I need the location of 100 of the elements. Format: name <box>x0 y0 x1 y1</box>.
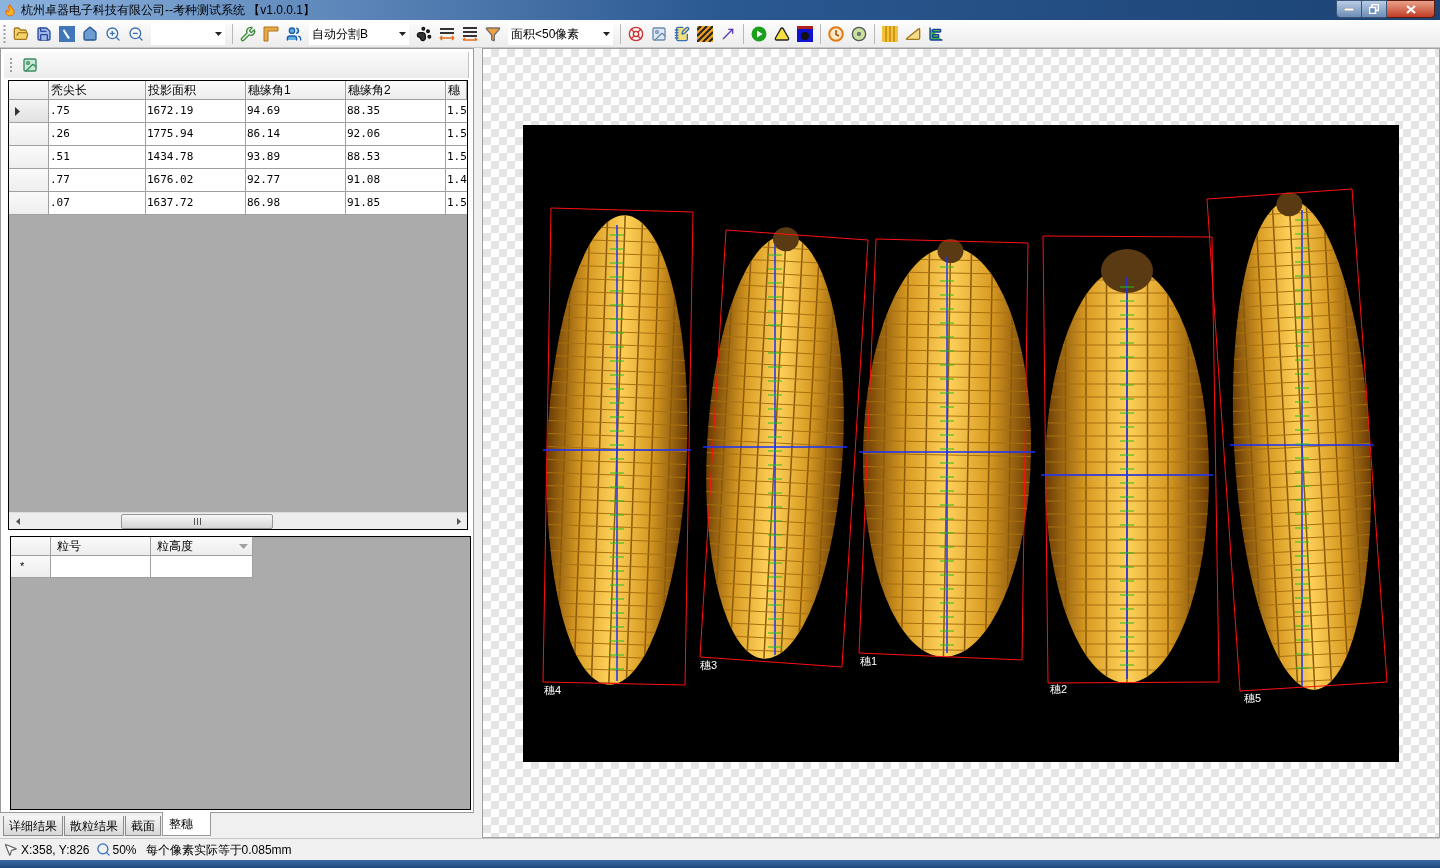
disc-icon[interactable] <box>851 25 867 42</box>
tab[interactable]: 详细结果 <box>3 816 63 836</box>
sort-caret-icon <box>239 543 248 549</box>
caret-icon <box>215 31 222 36</box>
play-icon[interactable] <box>751 25 767 42</box>
close-icon <box>1405 4 1416 14</box>
row-header[interactable] <box>9 169 49 192</box>
table-cell: .26 <box>49 123 146 146</box>
column-header[interactable]: 穗缘角2 <box>346 81 446 100</box>
horizontal-scrollbar[interactable] <box>9 512 467 529</box>
table-cell: 1434.78 <box>146 146 246 169</box>
table-cell: .77 <box>49 169 146 192</box>
table-cell: 1.5 <box>446 123 467 146</box>
close-button[interactable] <box>1387 0 1435 18</box>
save-icon[interactable] <box>36 25 52 42</box>
clock-icon[interactable] <box>828 25 844 42</box>
table-cell: .75 <box>49 100 146 123</box>
grip-lines-icon <box>193 517 201 525</box>
table-cell: 88.35 <box>346 100 446 123</box>
minimize-icon <box>1344 7 1354 11</box>
restore-icon <box>1369 4 1379 14</box>
table-cell: 92.77 <box>246 169 346 192</box>
table-cell: 1.4 <box>446 169 467 192</box>
flame-icon <box>3 3 17 17</box>
search-icon <box>95 842 111 857</box>
table-cell: 93.89 <box>246 146 346 169</box>
table-cell: 1.5 <box>446 146 467 169</box>
zoom-in-icon[interactable] <box>105 25 121 42</box>
zoom-out-icon[interactable] <box>128 25 144 42</box>
table-cell: .51 <box>49 146 146 169</box>
lifebuoy-icon[interactable] <box>628 25 644 42</box>
column-header[interactable]: 粒高度 <box>151 537 253 556</box>
striped-tile-icon[interactable] <box>882 25 898 42</box>
ruler-icon[interactable] <box>263 25 279 42</box>
wrench-icon[interactable] <box>240 25 256 42</box>
ear-label: 穗3 <box>700 658 718 671</box>
screen-icon[interactable] <box>797 25 813 42</box>
column-header[interactable]: 穗 <box>446 81 467 100</box>
column-header[interactable]: 投影面积 <box>146 81 246 100</box>
table-cell: 94.69 <box>246 100 346 123</box>
tab[interactable]: 散粒结果 <box>64 816 124 836</box>
right-arrow-icon <box>456 517 461 525</box>
lines-arrow-icon[interactable] <box>439 25 455 42</box>
tab[interactable]: 截面 <box>125 816 161 836</box>
column-header[interactable]: 粒号 <box>51 537 151 556</box>
table-cell[interactable] <box>51 556 151 578</box>
zoom-level: 50% <box>112 841 137 859</box>
table-cell: 1775.94 <box>146 123 246 146</box>
lines-arrow-icon[interactable] <box>462 25 478 42</box>
column-header[interactable]: 穗缘角1 <box>246 81 346 100</box>
scrollbar-thumb[interactable] <box>121 513 273 529</box>
ear-label: 穗5 <box>1244 691 1262 704</box>
table-cell: 1676.02 <box>146 169 246 192</box>
table-cell: 1637.72 <box>146 192 246 215</box>
row-header[interactable] <box>9 100 49 123</box>
hatched-square-icon[interactable] <box>697 25 713 42</box>
caret-icon <box>399 31 406 36</box>
minimize-button[interactable] <box>1336 0 1362 18</box>
table-cell[interactable] <box>151 556 253 578</box>
folder-icon[interactable] <box>13 25 29 42</box>
table-cell: 92.06 <box>346 123 446 146</box>
window-title: 杭州卓器电子科技有限公司--考种测试系统 【v1.0.0.1】 <box>21 4 316 16</box>
filter-icon[interactable] <box>485 25 501 42</box>
table-cell: 1672.19 <box>146 100 246 123</box>
row-header[interactable] <box>9 123 49 146</box>
triangle-icon[interactable] <box>774 25 790 42</box>
left-arrow-icon <box>15 517 20 525</box>
ear-label: 穗2 <box>1050 682 1068 695</box>
notebook-icon[interactable] <box>674 25 690 42</box>
segmentation-dropdown[interactable]: 自动分割B <box>309 22 409 45</box>
image-icon[interactable] <box>22 57 38 73</box>
cursor-coordinates: X:358, Y:826 <box>21 841 90 859</box>
bar-chart-icon[interactable] <box>928 25 944 42</box>
table-cell: 86.14 <box>246 123 346 146</box>
table-cell: 86.98 <box>246 192 346 215</box>
grip-icon[interactable] <box>3 24 6 43</box>
table-cell: 91.08 <box>346 169 446 192</box>
home-icon[interactable] <box>82 25 98 42</box>
table-cell: 88.53 <box>346 146 446 169</box>
current-row-icon <box>15 106 20 116</box>
table-cell: 1.5 <box>446 192 467 215</box>
paw-icon[interactable] <box>416 25 432 42</box>
caret-icon <box>603 31 610 36</box>
pixel-scale: 每个像素实际等于0.085mm <box>145 841 292 859</box>
pen-tile-icon[interactable] <box>59 25 75 42</box>
ear-label: 穗1 <box>860 654 878 667</box>
row-header[interactable] <box>9 192 49 215</box>
tab[interactable]: 整穗 <box>162 812 211 836</box>
users-icon[interactable] <box>286 25 302 42</box>
ear-label: 穗4 <box>544 683 562 696</box>
column-header[interactable]: 秃尖长 <box>49 81 146 100</box>
table-cell: 1.5 <box>446 100 467 123</box>
cursor-icon <box>3 842 18 857</box>
table-cell: .07 <box>49 192 146 215</box>
image-icon[interactable] <box>651 25 667 42</box>
row-header[interactable]: * <box>11 556 51 578</box>
area-filter-dropdown[interactable]: 面积<50像素 <box>508 22 613 45</box>
restore-button[interactable] <box>1362 0 1387 18</box>
table-cell: 91.85 <box>346 192 446 215</box>
row-header[interactable] <box>9 146 49 169</box>
